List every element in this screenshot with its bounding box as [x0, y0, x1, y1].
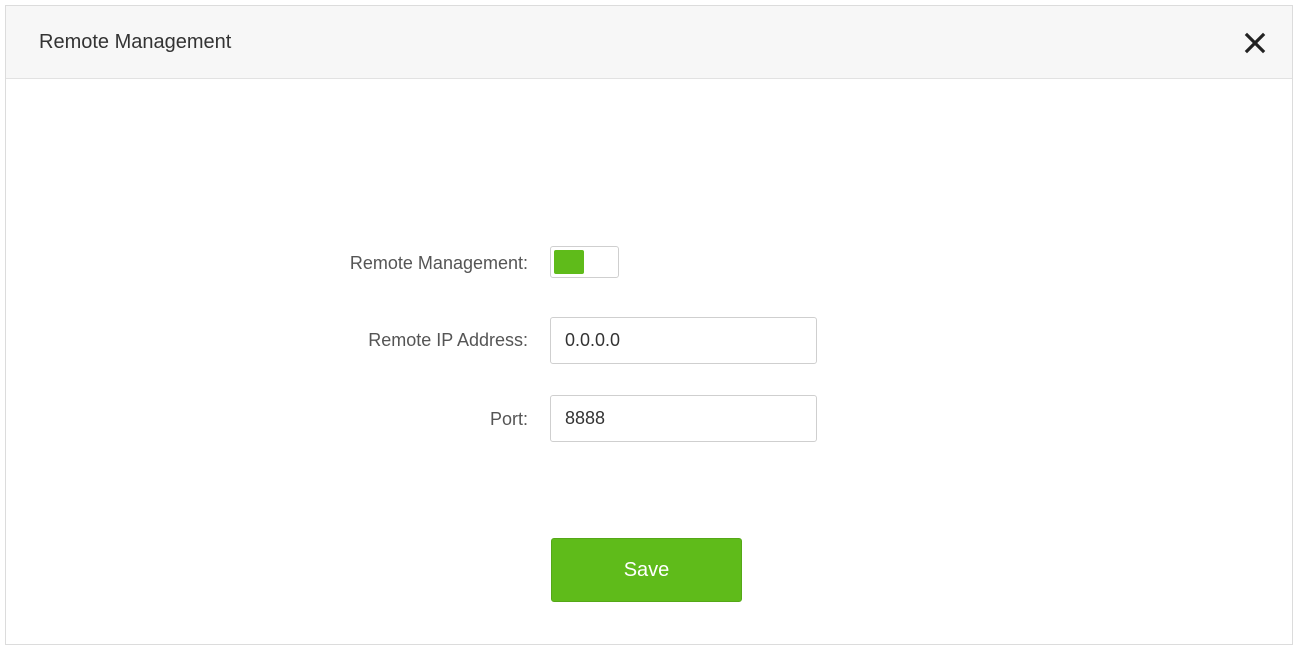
- dialog-header: Remote Management: [6, 6, 1292, 79]
- port-label: Port:: [489, 409, 528, 429]
- port-input[interactable]: [550, 395, 817, 442]
- dialog-title: Remote Management: [39, 31, 232, 53]
- toggle-on-indicator: [554, 250, 584, 274]
- close-button[interactable]: [1244, 32, 1266, 54]
- save-button[interactable]: Save: [551, 538, 742, 602]
- remote-management-dialog: Remote Management Remote Management: Rem…: [5, 5, 1293, 645]
- remote-management-toggle[interactable]: [550, 246, 619, 278]
- remote-management-label: Remote Management:: [349, 253, 528, 273]
- close-icon: [1244, 32, 1266, 54]
- remote-ip-input[interactable]: [550, 317, 817, 364]
- remote-ip-label: Remote IP Address:: [368, 330, 528, 350]
